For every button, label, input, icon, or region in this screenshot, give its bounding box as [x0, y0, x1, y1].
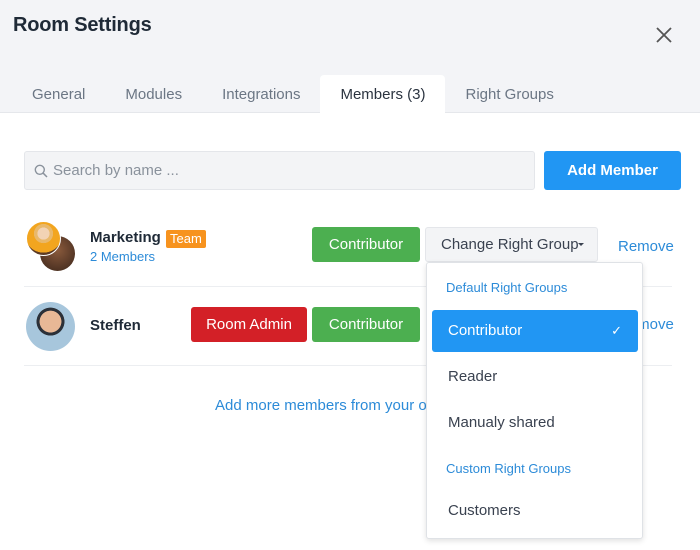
dropdown-item-manualy-shared[interactable]: Manualy shared — [432, 402, 638, 444]
right-group-dropdown: Default Right Groups Contributor ✓ Reade… — [426, 262, 643, 539]
change-right-group-button[interactable]: Change Right Group — [425, 227, 598, 262]
tab-general[interactable]: General — [0, 75, 105, 113]
team-badge: Team — [166, 230, 206, 248]
dropdown-item-label: Contributor — [448, 322, 523, 339]
member-name: Marketing — [90, 229, 161, 246]
close-icon — [656, 27, 672, 43]
add-more-members-link[interactable]: Add more members from your o — [215, 397, 427, 414]
change-right-group-label: Change Right Group — [441, 236, 579, 253]
dropdown-item-contributor[interactable]: Contributor ✓ — [432, 310, 638, 352]
tab-modules[interactable]: Modules — [105, 75, 202, 113]
search-input[interactable] — [53, 152, 523, 189]
add-member-button[interactable]: Add Member — [544, 151, 681, 190]
custom-groups-header: Custom Right Groups — [446, 461, 571, 476]
member-name: Steffen — [90, 317, 141, 334]
dropdown-item-customers[interactable]: Customers — [432, 490, 638, 532]
caret-down-icon — [578, 243, 584, 246]
contributor-role-button[interactable]: Contributor — [312, 227, 420, 262]
remove-link[interactable]: Remove — [618, 238, 674, 255]
tab-members[interactable]: Members (3) — [320, 75, 446, 114]
dialog-title: Room Settings — [13, 14, 152, 36]
default-groups-header: Default Right Groups — [446, 280, 568, 295]
close-button[interactable] — [654, 25, 674, 45]
search-field — [24, 151, 535, 190]
contributor-role-button[interactable]: Contributor — [312, 307, 420, 342]
check-icon: ✓ — [611, 323, 622, 338]
tab-integrations[interactable]: Integrations — [202, 75, 320, 113]
search-icon — [34, 164, 48, 178]
room-admin-role-button[interactable]: Room Admin — [191, 307, 307, 342]
members-count-link[interactable]: 2 Members — [90, 249, 155, 264]
dialog-header: Room Settings General Modules Integratio… — [0, 0, 700, 114]
tab-bar: General Modules Integrations Members (3)… — [0, 75, 574, 114]
user-avatar — [26, 302, 75, 351]
team-avatar — [26, 221, 61, 256]
tab-right-groups[interactable]: Right Groups — [445, 75, 573, 113]
dropdown-item-reader[interactable]: Reader — [432, 356, 638, 398]
